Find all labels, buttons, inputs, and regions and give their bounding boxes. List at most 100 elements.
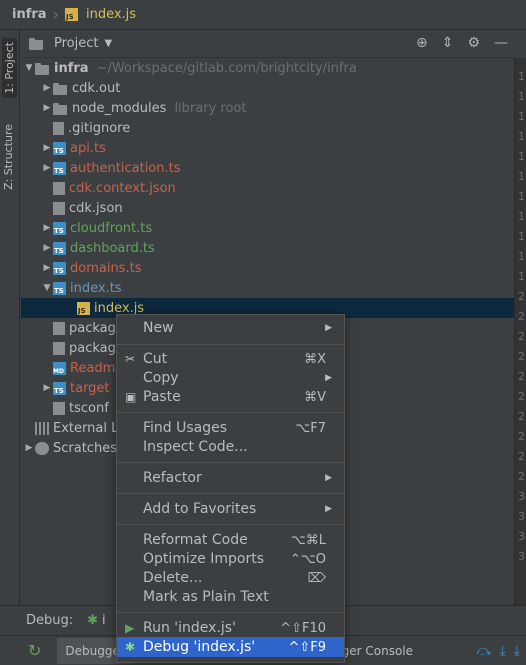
line-number: 1	[518, 170, 525, 183]
menu-item-cut[interactable]: ✂ Cut ⌘X	[117, 349, 344, 369]
menu-item-inspect-code[interactable]: Inspect Code...	[117, 437, 344, 457]
menu-item-label: Run 'index.js'	[143, 620, 236, 636]
tree-item-label: Scratches	[53, 440, 117, 456]
menu-item-shortcut: ^⇧F10	[280, 620, 326, 636]
menu-item-new[interactable]: New ▶	[117, 318, 344, 338]
line-number: 1	[518, 230, 525, 243]
line-number: 1	[518, 90, 525, 103]
collapse-icon[interactable]: ⇕	[442, 35, 454, 51]
chevron-right-icon[interactable]: ▶	[41, 223, 53, 233]
chevron-right-icon[interactable]: ▶	[41, 243, 53, 253]
step-over-icon[interactable]: ⤼	[477, 643, 492, 659]
chevron-down-icon[interactable]: ▼	[41, 283, 53, 293]
run-icon: ▶	[125, 621, 135, 635]
menu-item-copy[interactable]: Copy ▶	[117, 368, 344, 388]
menu-item-paste[interactable]: ▣ Paste ⌘V	[117, 387, 344, 407]
line-number: 2	[518, 290, 525, 303]
chevron-right-icon[interactable]: ▶	[41, 103, 53, 113]
clipboard-icon: ▣	[125, 390, 137, 404]
tree-item-label: .gitignore	[68, 120, 131, 136]
menu-item-label: Add to Favorites	[143, 501, 257, 517]
menu-separator	[117, 493, 344, 494]
menu-item-label: Mark as Plain Text	[143, 589, 269, 605]
menu-item-add-to-favorites[interactable]: Add to Favorites ▶	[117, 499, 344, 519]
ts-icon	[53, 281, 66, 295]
menu-item-label: Paste	[143, 389, 181, 405]
line-number: 2	[518, 390, 525, 403]
ts-icon	[53, 161, 66, 175]
debug-label: Debug:	[26, 613, 74, 628]
menu-item-label: Find Usages	[143, 420, 228, 436]
breadcrumb-project[interactable]: infra	[12, 7, 47, 22]
js-icon	[77, 301, 90, 315]
tab-project[interactable]: 1: Project	[2, 38, 17, 98]
step-into-icon[interactable]: ⤓	[500, 643, 506, 659]
menu-separator	[117, 524, 344, 525]
tab-structure[interactable]: Z: Structure	[2, 124, 15, 190]
menu-item-shortcut: ⌦	[307, 570, 326, 586]
blank-icon	[53, 121, 64, 135]
bug-icon: ✱	[87, 613, 99, 628]
json-icon	[53, 181, 65, 195]
tree-item-label: authentication.ts	[70, 160, 181, 176]
tree-item[interactable]: ▶ dashboard.ts	[21, 238, 514, 258]
chevron-right-icon[interactable]: ▶	[41, 163, 53, 173]
tree-item-label: packag	[69, 340, 116, 356]
debug-step-toolbar: ⤼ ⤓ ⤓	[477, 643, 520, 659]
line-number: 2	[518, 430, 525, 443]
locate-icon[interactable]: ⊕	[416, 35, 428, 51]
chevron-down-icon[interactable]: ▼	[23, 63, 35, 73]
tree-item[interactable]: ▶ cloudfront.ts	[21, 218, 514, 238]
menu-item-shortcut: ⌥⌘L	[290, 532, 326, 548]
tree-item-label: dashboard.ts	[70, 240, 155, 256]
step-out-icon[interactable]: ⤓	[514, 643, 520, 659]
rerun-icon[interactable]: ↻	[28, 641, 41, 660]
ts-icon	[53, 261, 66, 275]
tree-item[interactable]: ▼ index.ts	[21, 278, 514, 298]
chevron-right-icon[interactable]: ▶	[41, 143, 53, 153]
chevron-down-icon[interactable]: ▼	[104, 38, 112, 49]
menu-item-label: Optimize Imports	[143, 551, 264, 567]
tree-item[interactable]: ▶ node_modules library root	[21, 98, 514, 118]
menu-item-delete[interactable]: Delete... ⌦	[117, 568, 344, 588]
tab-console[interactable]: gger Console	[334, 644, 413, 658]
submenu-arrow-icon: ▶	[325, 504, 332, 514]
chevron-right-icon[interactable]: ▶	[41, 383, 53, 393]
line-number: 1	[518, 70, 525, 83]
tool-window-strip: 1: Project Z: Structure	[0, 30, 20, 605]
tree-item[interactable]: cdk.json	[21, 198, 514, 218]
menu-item-optimize-imports[interactable]: Optimize Imports ⌃⌥O	[117, 549, 344, 569]
menu-item-mark-plain-text[interactable]: Mark as Plain Text	[117, 587, 344, 607]
menu-item-run[interactable]: ▶ Run 'index.js' ^⇧F10	[117, 618, 344, 638]
tree-item[interactable]: ▼ infra ~/Workspace/gitlab.com/brightcity/…	[21, 58, 514, 78]
menu-item-debug[interactable]: ✱ Debug 'index.js' ^⇧F9	[117, 637, 344, 657]
gear-icon[interactable]: ⚙	[467, 35, 480, 51]
debug-session-tab[interactable]: ✱ i	[87, 613, 106, 628]
tree-item[interactable]: ▶ domains.ts	[21, 258, 514, 278]
submenu-arrow-icon: ▶	[325, 373, 332, 383]
menu-item-label: New	[143, 320, 174, 336]
project-panel-title[interactable]: Project	[54, 36, 98, 51]
scissors-icon: ✂	[125, 352, 136, 366]
line-number: 1	[518, 250, 525, 263]
chevron-right-icon[interactable]: ▶	[23, 443, 35, 453]
chevron-right-icon[interactable]: ▶	[41, 263, 53, 273]
tree-item[interactable]: ▶ authentication.ts	[21, 158, 514, 178]
breadcrumb-file[interactable]: index.js	[86, 7, 136, 22]
tree-item[interactable]: cdk.context.json	[21, 178, 514, 198]
tree-item[interactable]: ▶ api.ts	[21, 138, 514, 158]
chevron-right-icon[interactable]: ▶	[41, 83, 53, 93]
tree-item[interactable]: .gitignore	[21, 118, 514, 138]
line-number: 1	[518, 190, 525, 203]
menu-item-refactor[interactable]: Refactor ▶	[117, 468, 344, 488]
menu-item-shortcut: ^⇧F9	[288, 639, 326, 655]
menu-item-label: Cut	[143, 351, 168, 367]
bug-icon: ✱	[125, 640, 136, 654]
menu-item-find-usages[interactable]: Find Usages ⌥F7	[117, 418, 344, 438]
breadcrumb-separator-icon: ›	[52, 5, 59, 24]
menu-item-reformat-code[interactable]: Reformat Code ⌥⌘L	[117, 530, 344, 550]
hide-icon[interactable]: —	[494, 35, 508, 51]
menu-separator	[117, 344, 344, 345]
tree-item-hint: library root	[174, 100, 247, 116]
tree-item[interactable]: ▶ cdk.out	[21, 78, 514, 98]
